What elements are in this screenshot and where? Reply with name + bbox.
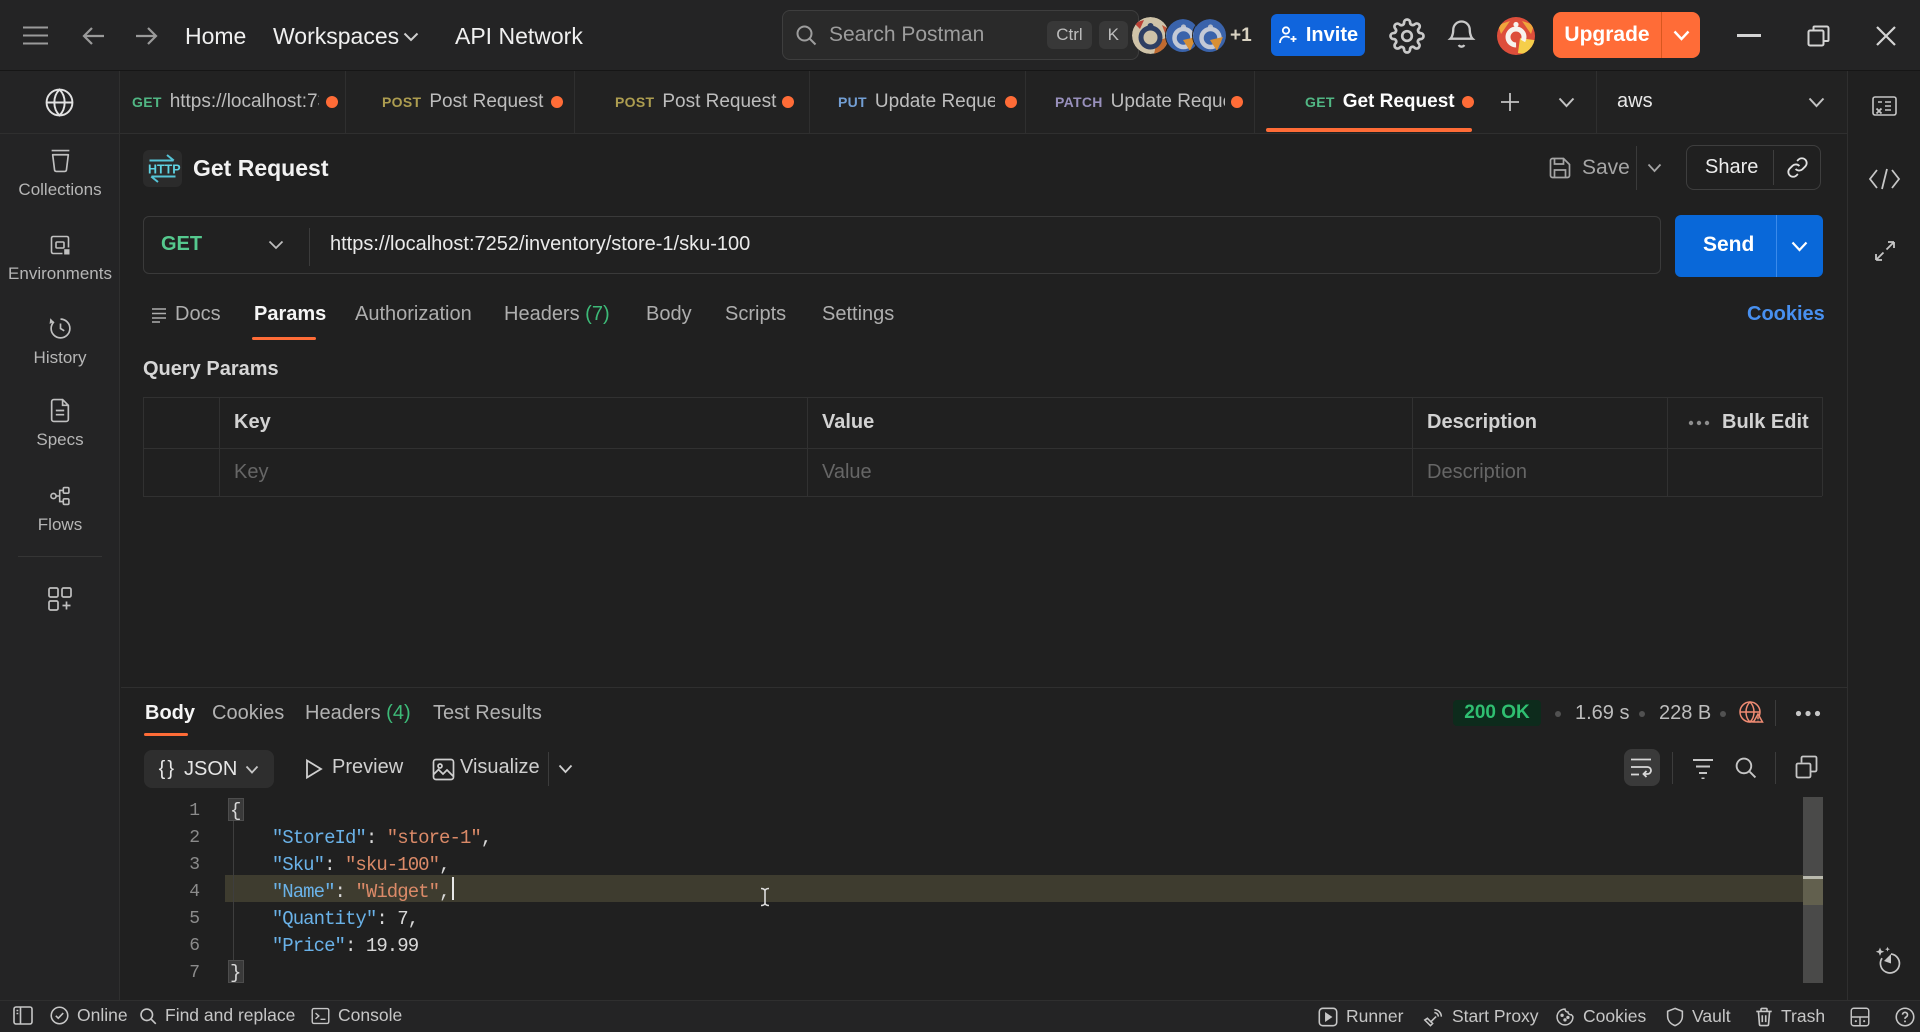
svg-text:HTTP: HTTP	[148, 163, 181, 177]
